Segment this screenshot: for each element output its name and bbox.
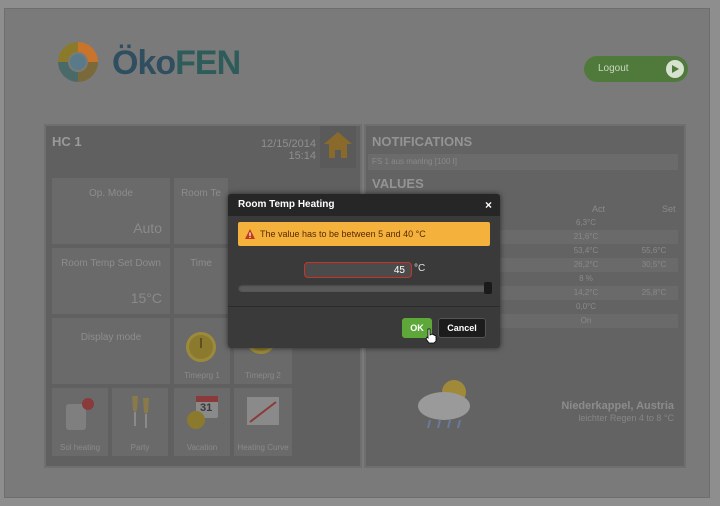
notification-item[interactable]: FS 1 aus manlng [100 I]: [368, 154, 678, 170]
logout-label: Logout: [598, 63, 629, 74]
slider-thumb[interactable]: [484, 282, 492, 294]
vacation-tile[interactable]: 31 Vacation: [174, 388, 230, 456]
calendar-day: 31: [200, 402, 213, 414]
home-icon: [324, 132, 352, 160]
unit-label: °C: [414, 263, 426, 274]
arrow-right-icon: [666, 60, 684, 78]
weather-location: Niederkappel, Austria: [561, 400, 674, 412]
hc-title: HC 1: [52, 134, 82, 149]
display-mode-tile[interactable]: Display mode: [52, 318, 170, 384]
cancel-button[interactable]: Cancel: [438, 318, 486, 338]
timeprog2-label: Timeprg 2: [245, 371, 281, 380]
app-background: ÖkoFEN Logout HC 1 12/15/2014 15:14 Op. …: [0, 0, 720, 506]
op-mode-tile[interactable]: Op. Mode Auto: [52, 178, 170, 244]
values-title: VALUES: [372, 176, 424, 191]
room-temp-set-down-label: Room Temp Set Down: [61, 258, 161, 269]
temperature-slider[interactable]: [238, 284, 492, 292]
dialog-header: Room Temp Heating ×: [228, 194, 500, 216]
heating-curve-label: Heating Curve: [237, 443, 289, 452]
weather-forecast: leichter Regen 4 to 8 °C: [578, 413, 674, 423]
sol-heating-tile[interactable]: Sol heating: [52, 388, 108, 456]
party-tile[interactable]: Party: [112, 388, 168, 456]
time-tile-label: Time: [190, 258, 212, 269]
room-temp-tile[interactable]: Room Te: [174, 178, 228, 244]
sol-heating-icon: [66, 398, 94, 430]
close-icon[interactable]: ×: [485, 198, 492, 212]
timeprog1-label: Timeprg 1: [184, 371, 220, 380]
party-label: Party: [130, 443, 150, 452]
dialog-divider: [228, 306, 500, 307]
op-mode-label: Op. Mode: [89, 188, 133, 199]
date-time: 12/15/2014 15:14: [244, 138, 316, 162]
notification-text: FS 1 aus manlng [100 I]: [372, 157, 457, 166]
temperature-input[interactable]: [305, 263, 409, 277]
room-temp-set-down-value: 15°C: [130, 290, 162, 306]
time-tile[interactable]: Time: [174, 248, 228, 314]
clock-icon: [186, 332, 216, 362]
date-label: 12/15/2014: [260, 138, 316, 150]
warning-icon: [245, 229, 255, 239]
dialog-title: Room Temp Heating: [238, 199, 335, 210]
logout-button[interactable]: Logout: [584, 56, 688, 82]
rain-cloud-icon: [418, 380, 470, 429]
display-mode-label: Display mode: [80, 332, 142, 343]
hand-cursor-icon: [425, 328, 437, 344]
okofen-logo-icon: [58, 42, 98, 82]
room-temp-label: Room Te: [181, 188, 221, 199]
heating-curve-icon: [247, 397, 279, 425]
values-col-set: Set: [662, 204, 676, 214]
room-temp-heating-dialog: Room Temp Heating × The value has to be …: [228, 194, 500, 348]
notifications-title: NOTIFICATIONS: [372, 134, 473, 149]
alert-text: The value has to be between 5 and 40 °C: [260, 229, 426, 239]
values-col-act: Act: [592, 204, 606, 214]
validation-alert: The value has to be between 5 and 40 °C: [238, 222, 490, 246]
op-mode-value: Auto: [133, 220, 162, 236]
timeprog1-tile[interactable]: Timeprg 1: [174, 318, 230, 384]
okofen-logo-text: ÖkoFEN: [112, 44, 241, 82]
temperature-value-field[interactable]: [304, 262, 412, 278]
vacation-label: Vacation: [186, 443, 218, 452]
app-frame: ÖkoFEN Logout HC 1 12/15/2014 15:14 Op. …: [4, 8, 710, 498]
sol-heating-label: Sol heating: [59, 443, 101, 452]
time-label: 15:14: [288, 150, 316, 162]
champagne-glasses-icon: [132, 396, 149, 428]
room-temp-set-down-tile[interactable]: Room Temp Set Down 15°C: [52, 248, 170, 314]
heating-curve-tile[interactable]: Heating Curve: [234, 388, 292, 456]
home-button[interactable]: [320, 126, 356, 168]
